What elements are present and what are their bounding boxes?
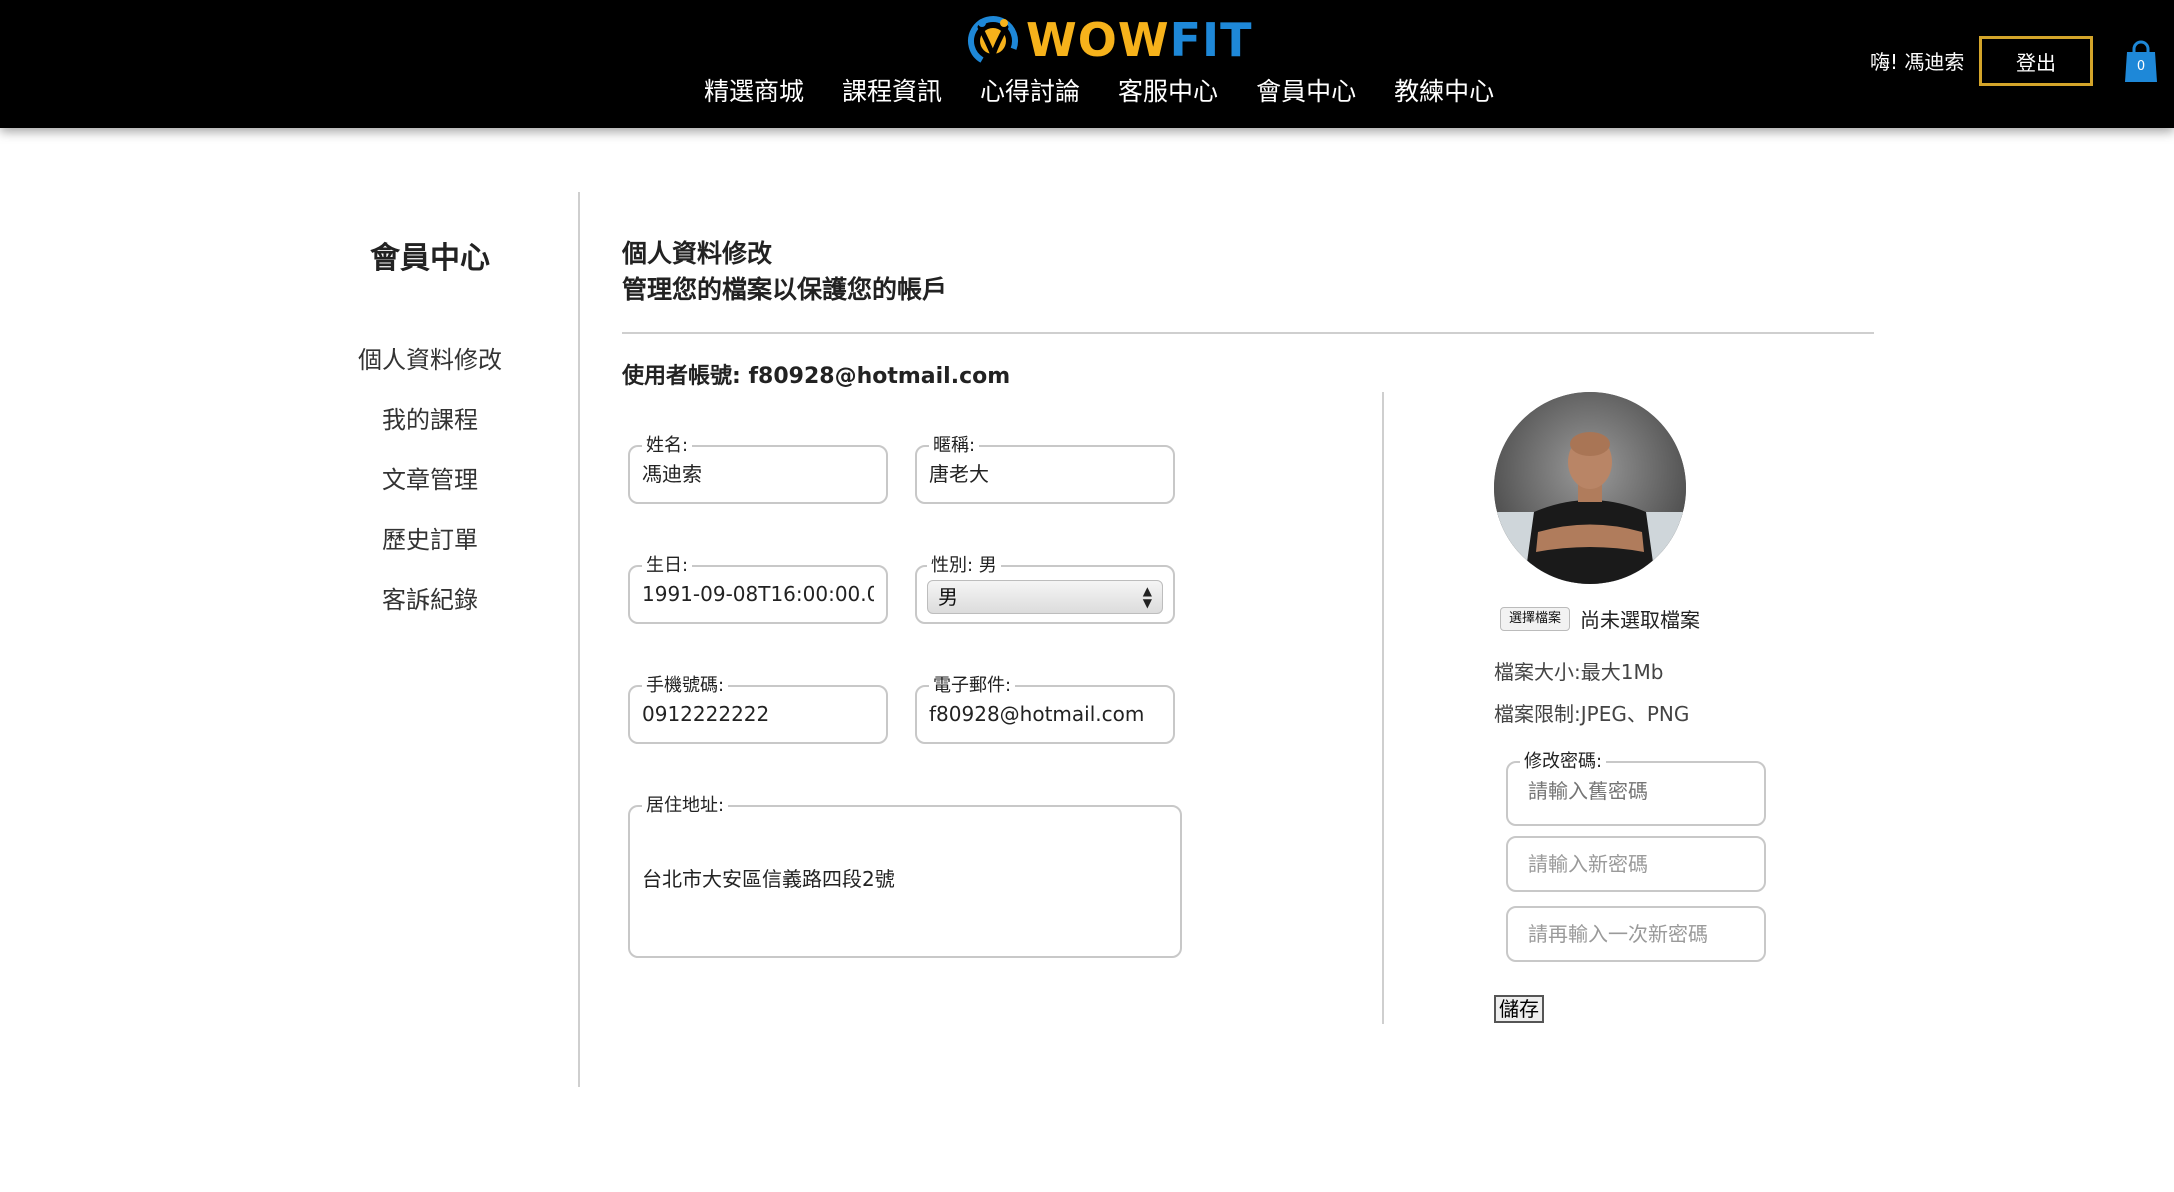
user-greeting: 嗨! 馮迪索 xyxy=(1870,50,1965,74)
logout-button[interactable]: 登出 xyxy=(1979,36,2093,86)
name-label: 姓名: xyxy=(646,435,689,456)
sidebar-item-my-courses[interactable]: 我的課程 xyxy=(300,400,560,460)
avatar xyxy=(1494,392,1686,584)
file-size-note: 檔案大小:最大1Mb xyxy=(1494,660,1664,684)
file-status: 尚未選取檔案 xyxy=(1580,608,1701,632)
gender-selected-value: 男 xyxy=(938,585,958,609)
birthday-field: 生日: xyxy=(628,556,888,624)
birthday-input[interactable] xyxy=(642,579,874,609)
confirm-password-input[interactable] xyxy=(1506,906,1766,962)
brand-logo[interactable]: WOWFIT xyxy=(966,10,1253,70)
nickname-input[interactable] xyxy=(929,459,1161,489)
phone-input[interactable] xyxy=(642,699,874,729)
avatar-photo xyxy=(1494,392,1686,584)
column-divider xyxy=(1382,392,1384,1024)
file-type-note: 檔案限制:JPEG、PNG xyxy=(1494,702,1690,726)
sidebar-item-order-history[interactable]: 歷史訂單 xyxy=(300,520,560,580)
sidebar-item-article-management[interactable]: 文章管理 xyxy=(300,460,560,520)
old-password-input[interactable] xyxy=(1520,776,1752,806)
nav-member-center[interactable]: 會員中心 xyxy=(1256,74,1356,110)
gender-field: 性別: 男 男 ▲ ▼ xyxy=(915,556,1175,624)
gender-label: 性別: 男 xyxy=(931,555,997,576)
birthday-label: 生日: xyxy=(646,555,689,576)
sidebar-title: 會員中心 xyxy=(370,241,490,276)
phone-label: 手機號碼: xyxy=(646,675,725,696)
nav-coach-center[interactable]: 教練中心 xyxy=(1394,74,1494,110)
page-title: 個人資料修改 xyxy=(622,239,773,268)
nav-discussion[interactable]: 心得討論 xyxy=(980,74,1080,110)
nickname-label: 暱稱: xyxy=(933,435,976,456)
save-button[interactable]: 儲存 xyxy=(1494,995,1544,1023)
name-field: 姓名: xyxy=(628,436,888,504)
choose-file-button[interactable]: 選擇檔案 xyxy=(1500,606,1571,631)
nav-courses[interactable]: 課程資訊 xyxy=(842,74,942,110)
main-nav: 精選商城 課程資訊 心得討論 客服中心 會員中心 教練中心 xyxy=(704,74,1494,110)
sidebar-item-profile-edit[interactable]: 個人資料修改 xyxy=(300,340,560,400)
account-label: 使用者帳號: f80928@hotmail.com xyxy=(622,364,1011,389)
address-field: 居住地址: xyxy=(628,796,1182,958)
nav-customer-service[interactable]: 客服中心 xyxy=(1118,74,1218,110)
top-navbar: WOWFIT 精選商城 課程資訊 心得討論 客服中心 會員中心 教練中心 嗨! … xyxy=(0,0,2174,128)
sidebar-menu: 個人資料修改 我的課程 文章管理 歷史訂單 客訴紀錄 xyxy=(300,340,560,640)
nav-shop[interactable]: 精選商城 xyxy=(704,74,804,110)
nickname-field: 暱稱: xyxy=(915,436,1175,504)
email-label: 電子郵件: xyxy=(933,675,1012,696)
password-label: 修改密碼: xyxy=(1524,751,1603,772)
cart-button[interactable]: 0 xyxy=(2124,40,2158,84)
page-subtitle: 管理您的檔案以保護您的帳戶 xyxy=(622,275,948,304)
file-upload-row: 選擇檔案 尚未選取檔案 xyxy=(1500,604,1700,633)
phone-field: 手機號碼: xyxy=(628,676,888,744)
name-input[interactable] xyxy=(642,459,874,489)
address-label: 居住地址: xyxy=(646,795,725,816)
logo-text: WOWFIT xyxy=(1026,13,1253,67)
header-divider xyxy=(622,332,1874,334)
password-field: 修改密碼: xyxy=(1506,752,1766,826)
email-field: 電子郵件: xyxy=(915,676,1175,744)
sidebar-item-complaint-records[interactable]: 客訴紀錄 xyxy=(300,580,560,640)
sidebar-divider xyxy=(578,192,580,1087)
cart-count-badge: 0 xyxy=(2136,59,2146,74)
logo-mark-icon xyxy=(967,15,1018,66)
gender-select[interactable]: 男 ▲ ▼ xyxy=(927,580,1163,614)
select-arrows-icon: ▲ ▼ xyxy=(1142,584,1152,610)
address-input[interactable] xyxy=(642,864,1168,894)
email-input[interactable] xyxy=(929,699,1161,729)
new-password-input[interactable] xyxy=(1506,836,1766,892)
